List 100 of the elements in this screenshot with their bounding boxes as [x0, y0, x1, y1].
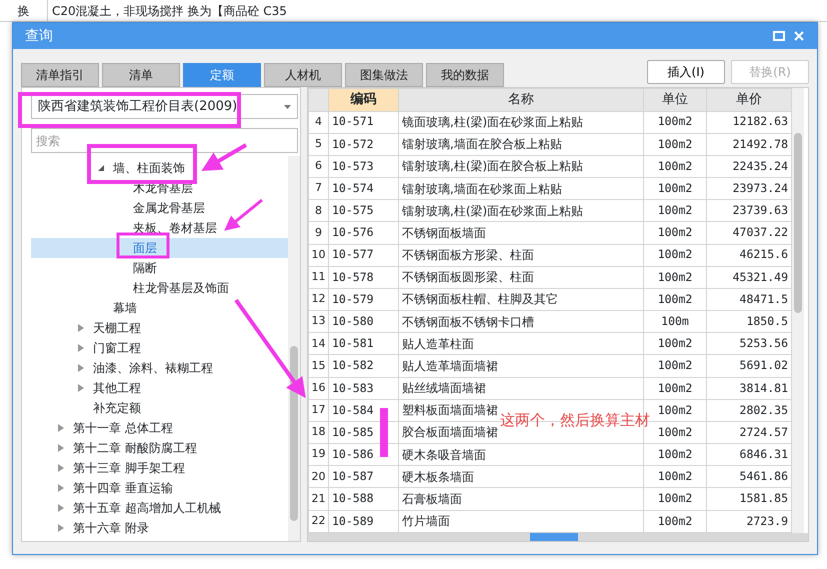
row-number: 10 [308, 244, 328, 266]
tree-item[interactable]: 柱龙骨基层及饰面 [31, 278, 288, 298]
tree-item[interactable]: 油漆、涂料、裱糊工程 [31, 358, 288, 378]
row-number: 14 [308, 332, 328, 355]
table-cell: 100m2 [644, 155, 706, 178]
table-cell: 10-574 [328, 178, 398, 200]
tree-item[interactable]: 其他工程 [31, 378, 288, 398]
table-cell: 10-575 [328, 200, 398, 222]
table-cell: 100m2 [644, 111, 706, 134]
highlight-frame [116, 232, 170, 258]
row-number: 7 [308, 178, 328, 200]
table-cell: 10-580 [328, 310, 398, 333]
tree-item[interactable]: 天棚工程 [31, 318, 288, 338]
table-cell: 10-572 [328, 133, 398, 156]
row-number: 11 [308, 266, 328, 288]
tree-item[interactable]: 面层 [31, 238, 288, 258]
table-cell: 100m2 [644, 200, 706, 222]
row-number: 9 [308, 222, 328, 244]
table-cell: 镭射玻璃,柱(梁)面在砂浆面上粘贴 [398, 200, 644, 222]
table-cell: 10-571 [328, 111, 398, 134]
tree-item[interactable]: 第十四章 垂直运输 [31, 478, 288, 498]
collapsed-arrow-icon[interactable] [58, 524, 64, 532]
table-cell: 贴丝绒墙面墙裙 [398, 377, 644, 400]
tab[interactable]: 图集做法 [345, 63, 423, 87]
row-number: 19 [308, 444, 328, 466]
row-number: 15 [308, 354, 328, 378]
tree-item[interactable]: 第十一章 总体工程 [31, 418, 288, 438]
table-cell: 不锈钢面板不锈钢卡口槽 [398, 310, 644, 333]
tree-item[interactable]: 补充定额 [31, 398, 288, 418]
table-cell: 100m2 [644, 178, 706, 200]
row-number: 21 [308, 488, 328, 510]
tree-item[interactable]: 幕墙 [31, 298, 288, 318]
arrow [224, 198, 263, 231]
table-cell: 22435.24 [706, 155, 792, 178]
tab[interactable]: 清单 [102, 63, 180, 87]
table-cell: 1850.5 [706, 310, 792, 333]
table-cell: 换 [0, 0, 48, 21]
table-cell: 2802.35 [706, 399, 792, 422]
table-cell: 100m2 [644, 266, 706, 288]
table-cell: 贴人造革墙面墙裙 [398, 354, 644, 378]
tab[interactable]: 我的数据 [426, 63, 504, 87]
row-number: 8 [308, 200, 328, 222]
dropdown-caret-icon[interactable] [284, 104, 291, 108]
collapsed-arrow-icon[interactable] [58, 424, 64, 432]
tree-item[interactable]: 墙、柱面装饰 [31, 158, 288, 178]
arrow [201, 143, 247, 172]
scrollbar[interactable] [288, 156, 300, 541]
table-cell: 3814.81 [706, 377, 792, 400]
table-cell: 100m [644, 310, 706, 333]
table-cell-text: C20混凝土，非现场搅拌 换为【商品砼 C35 [51, 2, 287, 20]
column-header[interactable]: 单价 [706, 88, 792, 111]
table-cell: 镭射玻璃,墙面在砂浆面上粘贴 [398, 178, 644, 200]
collapsed-arrow-icon[interactable] [78, 364, 84, 372]
table-cell: 100m2 [644, 244, 706, 266]
table-cell: 21492.78 [706, 133, 792, 156]
tree-item[interactable]: 隔断 [31, 258, 288, 278]
table-cell: 10-579 [328, 288, 398, 311]
tab[interactable]: 人材机 [264, 63, 342, 87]
collapsed-arrow-icon[interactable] [78, 344, 84, 352]
expanded-arrow-icon[interactable] [98, 164, 104, 172]
table-cell: 2724.57 [706, 421, 792, 444]
highlight-bar [380, 408, 388, 457]
window-title: 查询 [25, 26, 54, 46]
collapsed-arrow-icon[interactable] [58, 444, 64, 452]
row-number: 18 [308, 421, 328, 444]
collapsed-arrow-icon[interactable] [78, 384, 84, 392]
collapsed-arrow-icon[interactable] [58, 504, 64, 512]
row-number: 12 [308, 288, 328, 311]
collapsed-arrow-icon[interactable] [78, 324, 84, 332]
table-cell: 硬木条吸音墙面 [398, 444, 644, 466]
column-header[interactable]: 编码 [328, 88, 398, 111]
collapsed-arrow-icon[interactable] [58, 484, 64, 492]
table-cell: 5691.02 [706, 354, 792, 378]
library-dropdown[interactable]: 陕西省建筑装饰工程价目表(2009) [31, 94, 298, 119]
tree-item[interactable]: 第十六章 附录 [31, 518, 288, 538]
row-number: 4 [308, 111, 328, 134]
scrollbar[interactable] [308, 533, 808, 541]
tree-item[interactable]: 金属龙骨基层 [31, 198, 288, 218]
table-cell: 镜面玻璃,柱(梁)面在砂浆面上粘贴 [398, 111, 644, 134]
column-header[interactable]: 单位 [644, 88, 706, 111]
row-number: 6 [308, 155, 328, 178]
column-header[interactable]: 名称 [398, 88, 644, 111]
table-cell: 10-573 [328, 155, 398, 178]
table-cell: 6846.31 [706, 444, 792, 466]
table-cell: 100m2 [644, 466, 706, 488]
tree-item[interactable]: 第十三章 脚手架工程 [31, 458, 288, 478]
insert-button[interactable]: 插入(I) [647, 60, 725, 84]
table-cell: 5461.86 [706, 466, 792, 488]
table-cell: 46215.6 [706, 244, 792, 266]
search-field[interactable]: 搜索 [31, 128, 298, 153]
tab[interactable]: 清单指引 [21, 63, 99, 87]
table-cell: 镭射玻璃,柱(梁)面在胶合板上粘贴 [398, 155, 644, 178]
tree-item[interactable]: 门窗工程 [31, 338, 288, 358]
tree-item[interactable]: 第十二章 耐酸防腐工程 [31, 438, 288, 458]
collapsed-arrow-icon[interactable] [58, 464, 64, 472]
tree-item[interactable]: 第十五章 超高增加人工机械 [31, 498, 288, 518]
table-cell: 100m2 [644, 133, 706, 156]
table-cell: 10-578 [328, 266, 398, 288]
table-cell: 100m2 [644, 222, 706, 244]
scrollbar[interactable] [792, 88, 804, 533]
